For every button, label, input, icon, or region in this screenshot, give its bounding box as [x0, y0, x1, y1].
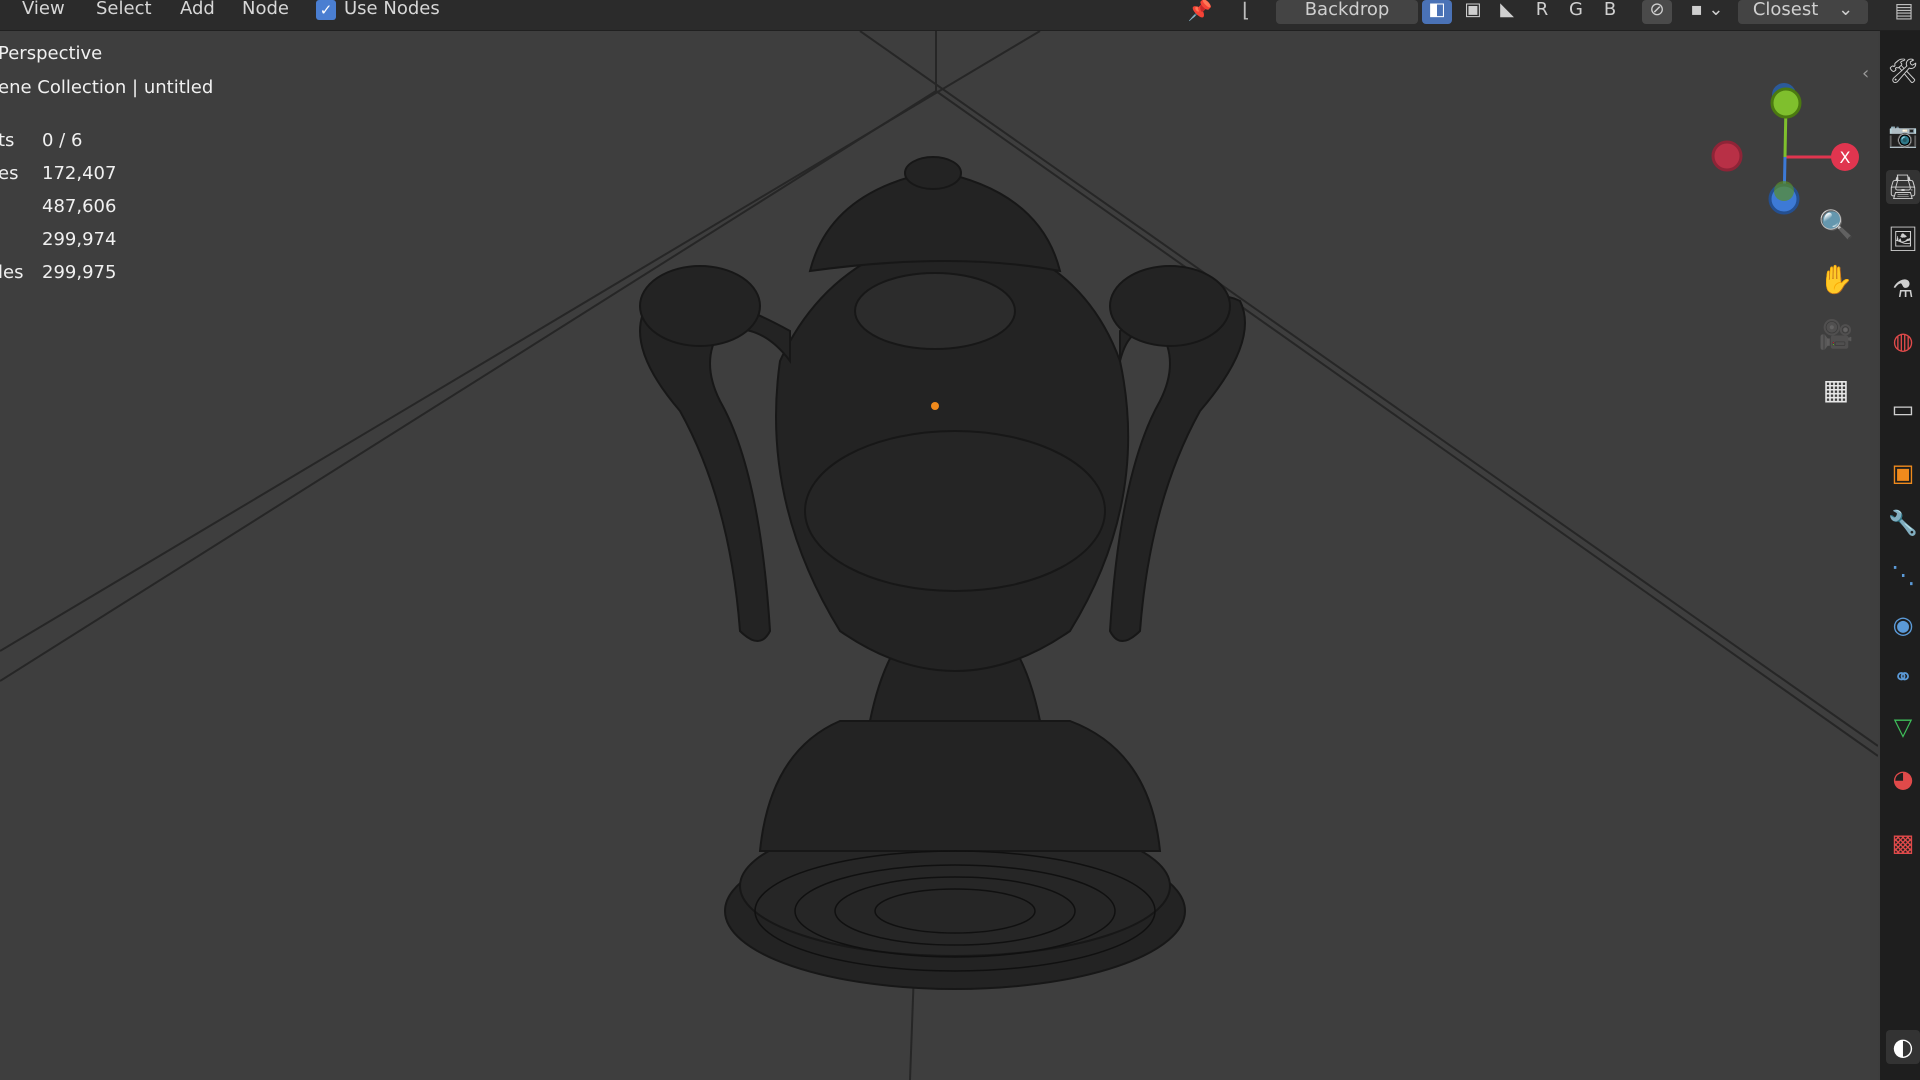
world-icon[interactable]: ◍	[1886, 324, 1920, 358]
viewport-scene	[0, 31, 1878, 1080]
camera-icon[interactable]: 🎥	[1812, 311, 1860, 359]
channel-b-button[interactable]: B	[1596, 0, 1624, 24]
stat-value: 172,407	[42, 163, 117, 184]
data-icon[interactable]: ▽	[1886, 710, 1920, 744]
particles-icon[interactable]: ⋱	[1886, 558, 1920, 592]
stat-value: 299,974	[42, 229, 117, 250]
use-nodes-label: Use Nodes	[344, 0, 440, 19]
tool-icon[interactable]: 🛠	[1886, 54, 1920, 88]
stat-value: 0 / 6	[42, 130, 83, 151]
parent-node-icon[interactable]: ⌊	[1232, 0, 1260, 24]
collection-path: ene Collection | untitled	[0, 77, 214, 98]
use-nodes-checkbox[interactable]: ✓	[316, 0, 336, 20]
menu-select[interactable]: Select	[96, 0, 152, 22]
channel-g-button[interactable]: G	[1562, 0, 1590, 24]
editor-type-icon[interactable]: ▤	[1890, 0, 1918, 24]
gizmo-y-neg-ball	[1774, 181, 1794, 201]
zoom-icon[interactable]: 🔍	[1812, 201, 1860, 249]
channel-color-alpha-icon[interactable]: ◧	[1422, 0, 1452, 24]
mesh-object	[639, 156, 1246, 990]
stat-value: 299,975	[42, 262, 117, 283]
backdrop-button[interactable]: Backdrop	[1276, 0, 1418, 24]
object-icon[interactable]: ▣	[1886, 456, 1920, 490]
menu-node[interactable]: Node	[242, 0, 289, 22]
collection-icon[interactable]: ▭	[1886, 392, 1920, 426]
snap-mode-dropdown[interactable]: ▪ ⌄	[1682, 0, 1732, 24]
stat-label: es	[0, 163, 19, 184]
grid-ortho-icon[interactable]: ▦	[1812, 366, 1860, 414]
modifier-icon[interactable]: 🔧	[1886, 506, 1920, 540]
hand-pan-icon[interactable]: ✋	[1812, 256, 1860, 304]
scene-icon[interactable]: ⚗	[1886, 272, 1920, 306]
gizmo-y-ball	[1770, 87, 1802, 119]
view-layer-icon[interactable]: 🖼	[1886, 222, 1920, 256]
node-editor-header: View Select Add Node ✓ Use Nodes 📌 ⌊ Bac…	[0, 0, 1920, 31]
chevron-down-icon: ⌄	[1838, 0, 1854, 20]
material-icon[interactable]: ◕	[1886, 762, 1920, 796]
3d-viewport[interactable]: Perspective ene Collection | untitled ts…	[0, 31, 1878, 1080]
constraints-icon[interactable]: ⚭	[1886, 660, 1920, 694]
snap-icon[interactable]: ⊘	[1642, 0, 1672, 24]
texture-icon[interactable]: ▩	[1886, 826, 1920, 860]
channel-r-button[interactable]: R	[1528, 0, 1556, 24]
stat-label: les	[0, 262, 24, 283]
gizmo-x-label: X	[1840, 148, 1851, 167]
sidebar-toggle-icon[interactable]: ‹	[1862, 63, 1869, 84]
channel-alpha-icon[interactable]: ◣	[1492, 0, 1522, 24]
properties-bottom-icon[interactable]: ◐	[1886, 1030, 1920, 1064]
stat-label: ts	[0, 130, 15, 151]
menu-view[interactable]: View	[22, 0, 65, 22]
view-name: Perspective	[0, 43, 103, 64]
channel-color-icon[interactable]: ▣	[1458, 0, 1488, 24]
physics-icon[interactable]: ◉	[1886, 608, 1920, 642]
render-icon[interactable]: 📷	[1886, 118, 1920, 152]
interpolation-value: Closest	[1752, 0, 1819, 20]
object-origin-dot	[931, 402, 939, 410]
pin-icon[interactable]: 📌	[1186, 0, 1214, 24]
menu-add[interactable]: Add	[180, 0, 215, 22]
interpolation-dropdown[interactable]: Closest ⌄	[1738, 0, 1868, 24]
output-icon[interactable]: 🖨	[1886, 170, 1920, 204]
gizmo-x-neg-ball	[1711, 140, 1743, 172]
stat-value: 487,606	[42, 196, 117, 217]
